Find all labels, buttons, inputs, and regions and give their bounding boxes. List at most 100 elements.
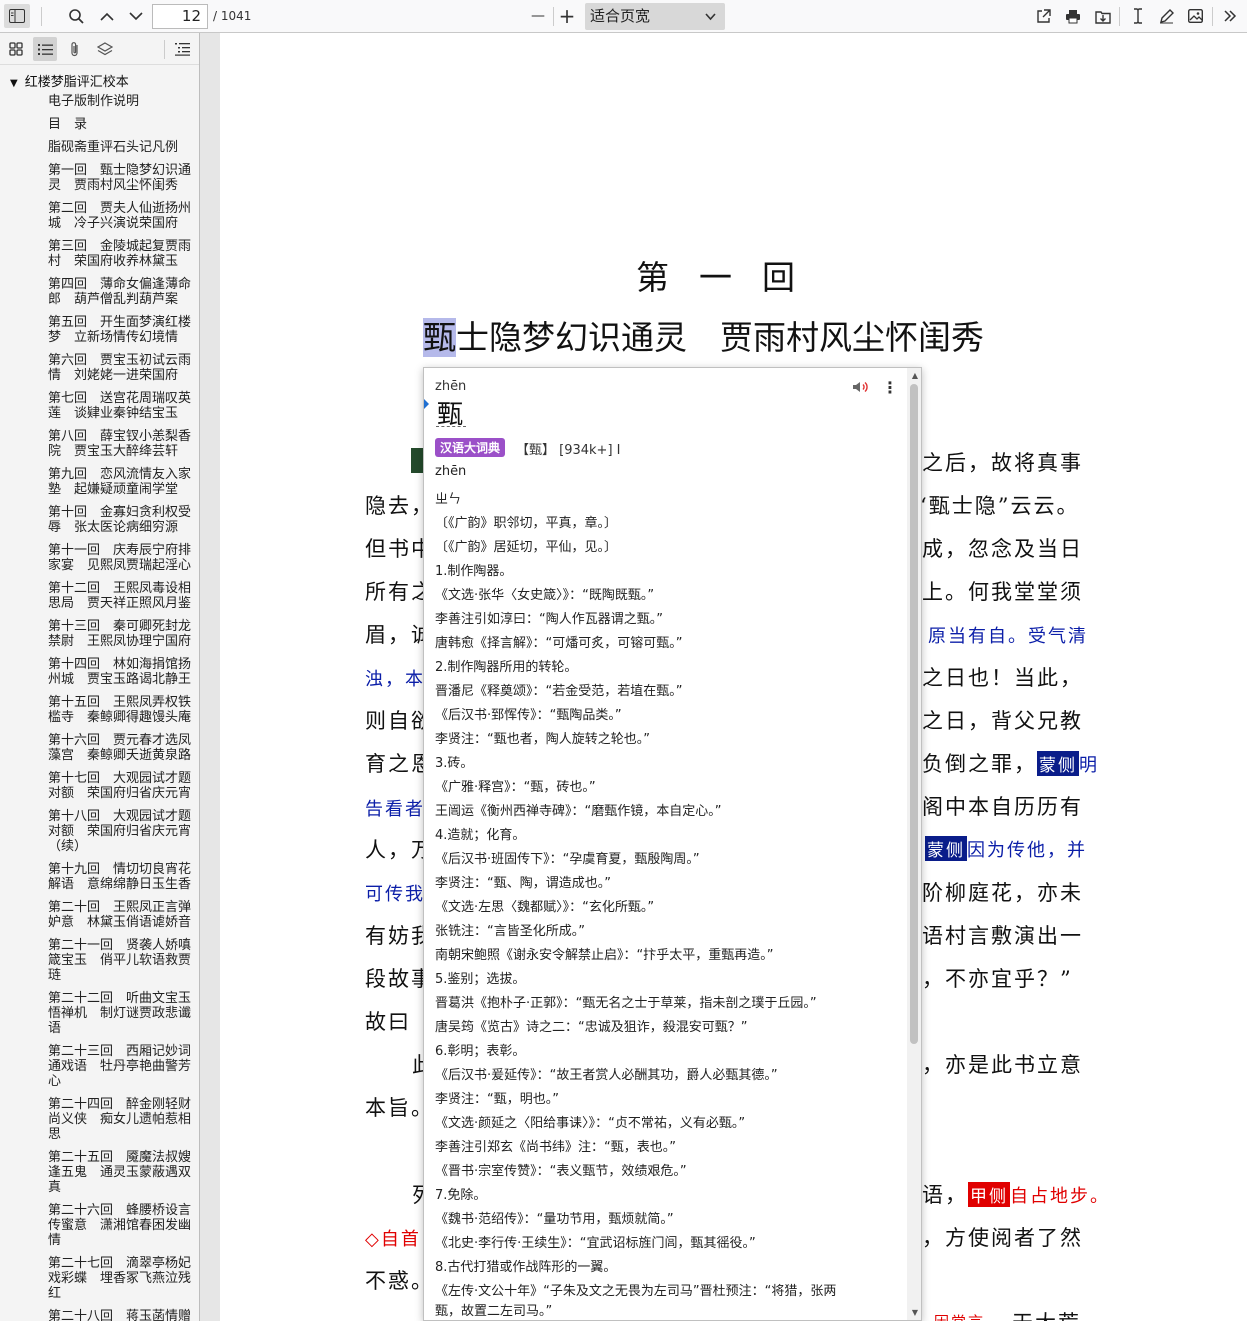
definition-line: 唐吴筠《览古》诗之二：“忠诚及狙诈，殺混安可甄？” [435,1020,748,1035]
chapter-title-rest: 士隐梦幻识通灵 贾雨村风尘怀闺秀 [456,318,984,357]
outline-item[interactable]: 第二十一回 贤袭人娇嗔箴宝玉 俏平儿软语救贾琏 [48,938,194,983]
list-icon [37,43,53,55]
save-button[interactable] [1093,4,1113,28]
previous-page-button[interactable] [97,4,117,28]
outline-item[interactable]: 第二十三回 西厢记妙词通戏语 牡丹亭艳曲警芳心 [48,1044,194,1089]
outline-item[interactable]: 第二十六回 蜂腰桥设言传蜜意 潇湘馆春困发幽情 [48,1203,194,1248]
more-tools-button[interactable] [1219,4,1241,28]
definition-line: 李善注引郑玄《尚书纬》注：“甄，表也。” [435,1140,676,1155]
text-line: 天大荒 [1012,1307,1081,1321]
chapter-title: 甄士隐梦幻识通灵 贾雨村风尘怀闺秀 [423,311,984,359]
zoom-value: 适合页宽 [590,7,651,25]
zoom-select[interactable]: 适合页宽 [585,3,725,30]
double-chevron-right-icon [1224,10,1237,22]
text-select-button[interactable] [1128,4,1148,28]
outline-item[interactable]: 第二十四回 醉金刚轻财尚义侠 痴女儿遗帕惹相思 [48,1097,194,1142]
outline-item[interactable]: 第十四回 林如海捐馆扬州城 贾宝玉路谒北静王 [48,657,194,687]
outline-item[interactable]: 第十七回 大观园试才题对额 荣国府归省庆元宵 [48,771,194,801]
outline-item[interactable]: 第二十回 王熙凤正言弹妒意 林黛玉俏语谑娇音 [48,900,194,930]
definition-line: 王闿运《衡州西禅寺碑》：“磨甄作镜，本自定心。” [435,804,722,819]
outline-item[interactable]: 第十九回 情切切良宵花解语 意绵绵静日玉生香 [48,862,194,892]
outline-item[interactable]: 电子版制作说明 [48,94,194,109]
pronounce-button[interactable] [852,379,870,398]
text-line: 故曰 [365,1010,411,1034]
outline-item[interactable]: 第四回 薄命女偏逢薄命郎 葫芦僧乱判葫芦案 [48,277,194,307]
definition-line: 《魏书·范绍传》：“量功节用，甄烦就简。” [435,1212,674,1227]
definition-line: 7.免除。 [435,1188,487,1203]
sidebar-toggle-button[interactable] [4,4,30,28]
outline-item[interactable]: 第十五回 王熙凤弄权铁槛寺 秦鲸卿得趣馒头庵 [48,695,194,725]
sidebar: ▼ 红楼梦脂评汇校本 电子版制作说明 目 录 脂砚斋重评石头记凡例 第一回 甄士隐… [0,33,200,1321]
outline-item[interactable]: 第二十五回 魇魔法叔嫂逢五鬼 通灵玉蒙蔽遇双真 [48,1150,194,1195]
search-button[interactable] [66,4,86,28]
more-options-icon[interactable]: ⋮ [882,378,898,397]
zoom-in-button[interactable]: + [558,4,576,28]
commentary-tag: 蒙侧 [925,836,967,861]
draw-button[interactable] [1156,4,1176,28]
outline-item[interactable]: 第十回 金寡妇贪利权受辱 张太医论病细穷源 [48,505,194,535]
dictionary-source-badge[interactable]: 汉语大词典 [435,438,506,457]
outline-item[interactable]: 第十六回 贾元春才选凤藻宫 秦鲸卿夭逝黄泉路 [48,733,194,763]
commentary-tag: 蒙侧 [1037,751,1079,776]
outline-item[interactable]: 第一回 甄士隐梦幻识通灵 贾雨村风尘怀闺秀 [48,163,194,193]
pencil-icon [1159,8,1174,23]
popup-scrollbar[interactable]: ▲ ▼ [907,368,921,1320]
text-cursor-icon [1134,8,1142,24]
outline-item[interactable]: 第十一回 庆寿辰宁府排家宴 见熙凤贾瑞起淫心 [48,543,194,573]
text-line: 之日，背父兄教 [922,709,1083,733]
zoom-out-button[interactable]: — [529,4,547,28]
selected-word[interactable]: 甄 [423,318,456,357]
sidebar-icon [9,9,25,23]
outline-item[interactable]: 第九回 恋风流情友入家塾 起嫌疑顽童闹学堂 [48,467,194,497]
outline-item[interactable]: 目 录 [48,117,194,132]
outline-item[interactable]: 第二十七回 滴翠亭杨妃戏彩蝶 埋香冢飞燕泣残红 [48,1256,194,1301]
divider [164,40,165,59]
outline-item[interactable]: 第五回 开生面梦演红楼梦 立新场情传幻境情 [48,315,194,345]
text-line: 语， 甲侧 自占地步。 [922,1179,1110,1209]
outline-item[interactable]: 第二十二回 听曲文宝玉悟禅机 制灯谜贾政悲谶语 [48,991,194,1036]
open-in-app-button[interactable] [1033,4,1053,28]
outline-item[interactable]: 第十三回 秦可卿死封龙禁尉 王熙凤协理宁国府 [48,619,194,649]
definition-line: 《广雅·释宫》：“甄，砖也。” [435,780,596,795]
next-page-button[interactable] [126,4,146,28]
outline-item[interactable]: 第七回 送宫花周瑞叹英莲 谈肄业秦钟结宝玉 [48,391,194,421]
outline-item[interactable]: 第六回 贾宝玉初试云雨情 刘姥姥一进荣国府 [48,353,194,383]
tab-layers[interactable] [93,37,117,61]
text-line: ，方使阅者了然 [922,1226,1083,1250]
tab-attachments[interactable] [63,37,87,61]
search-icon [68,8,84,24]
text-line: 之后，故将真事 [922,451,1083,475]
outline-item[interactable]: 第二十八回 蒋玉菡情赠 [48,1309,194,1321]
commentary-text: 浊，本 [365,669,425,690]
definition-line: 李善注引如淳曰：“陶人作瓦器谓之甄。” [435,612,663,627]
scroll-down-arrow-icon[interactable]: ▼ [912,1308,918,1317]
print-button[interactable] [1063,4,1083,28]
outline-options-icon [174,43,190,56]
text-line: 蒙侧 因为传他，并 [925,836,1087,862]
outline-item[interactable]: 第八回 薛宝钗小恙梨香院 贾宝玉大醉绛芸轩 [48,429,194,459]
definition-line: 8.古代打猎或作战阵形的一翼。 [435,1260,617,1275]
tab-outline[interactable] [33,37,57,61]
add-image-button[interactable] [1185,4,1205,28]
collapse-triangle-icon[interactable]: ▼ [10,78,18,89]
text-line: 语村言敷演出一 [922,924,1083,948]
definition-line: 5.鉴别；选拔。 [435,972,526,987]
scroll-up-arrow-icon[interactable]: ▲ [912,371,918,380]
outline-item[interactable]: 第二回 贾夫人仙逝扬州城 冷子兴演说荣国府 [48,201,194,231]
scrollbar-thumb[interactable] [910,384,918,1044]
outline-options-button[interactable] [170,37,194,61]
text-line: 之日也！当此， [922,666,1083,690]
definition-line: 〔《广韵》职邻切，平真，章。〕 [435,516,618,531]
text-line: 阶柳庭花，亦未 [922,881,1083,905]
page-total: / 1041 [213,9,252,23]
outline-item[interactable]: 第十二回 王熙凤毒设相思局 贾天祥正照风月鉴 [48,581,194,611]
page-number-input[interactable]: 12 [152,4,208,29]
definition-line: 李贤注：“甄、陶，谓造成也。” [435,876,611,891]
definition-line: 张铣注：“言皆圣化所成。” [435,924,585,939]
text-line: ，不亦宜乎？” [922,967,1073,991]
outline-item[interactable]: 脂砚斋重评石头记凡例 [48,140,194,155]
outline-root[interactable]: ▼ 红楼梦脂评汇校本 [10,71,129,90]
tab-thumbnails[interactable] [4,37,28,61]
outline-item[interactable]: 第十八回 大观园试才题对额 荣国府归省庆元宵（续） [48,809,194,854]
outline-item[interactable]: 第三回 金陵城起复贾雨村 荣国府收养林黛玉 [48,239,194,269]
